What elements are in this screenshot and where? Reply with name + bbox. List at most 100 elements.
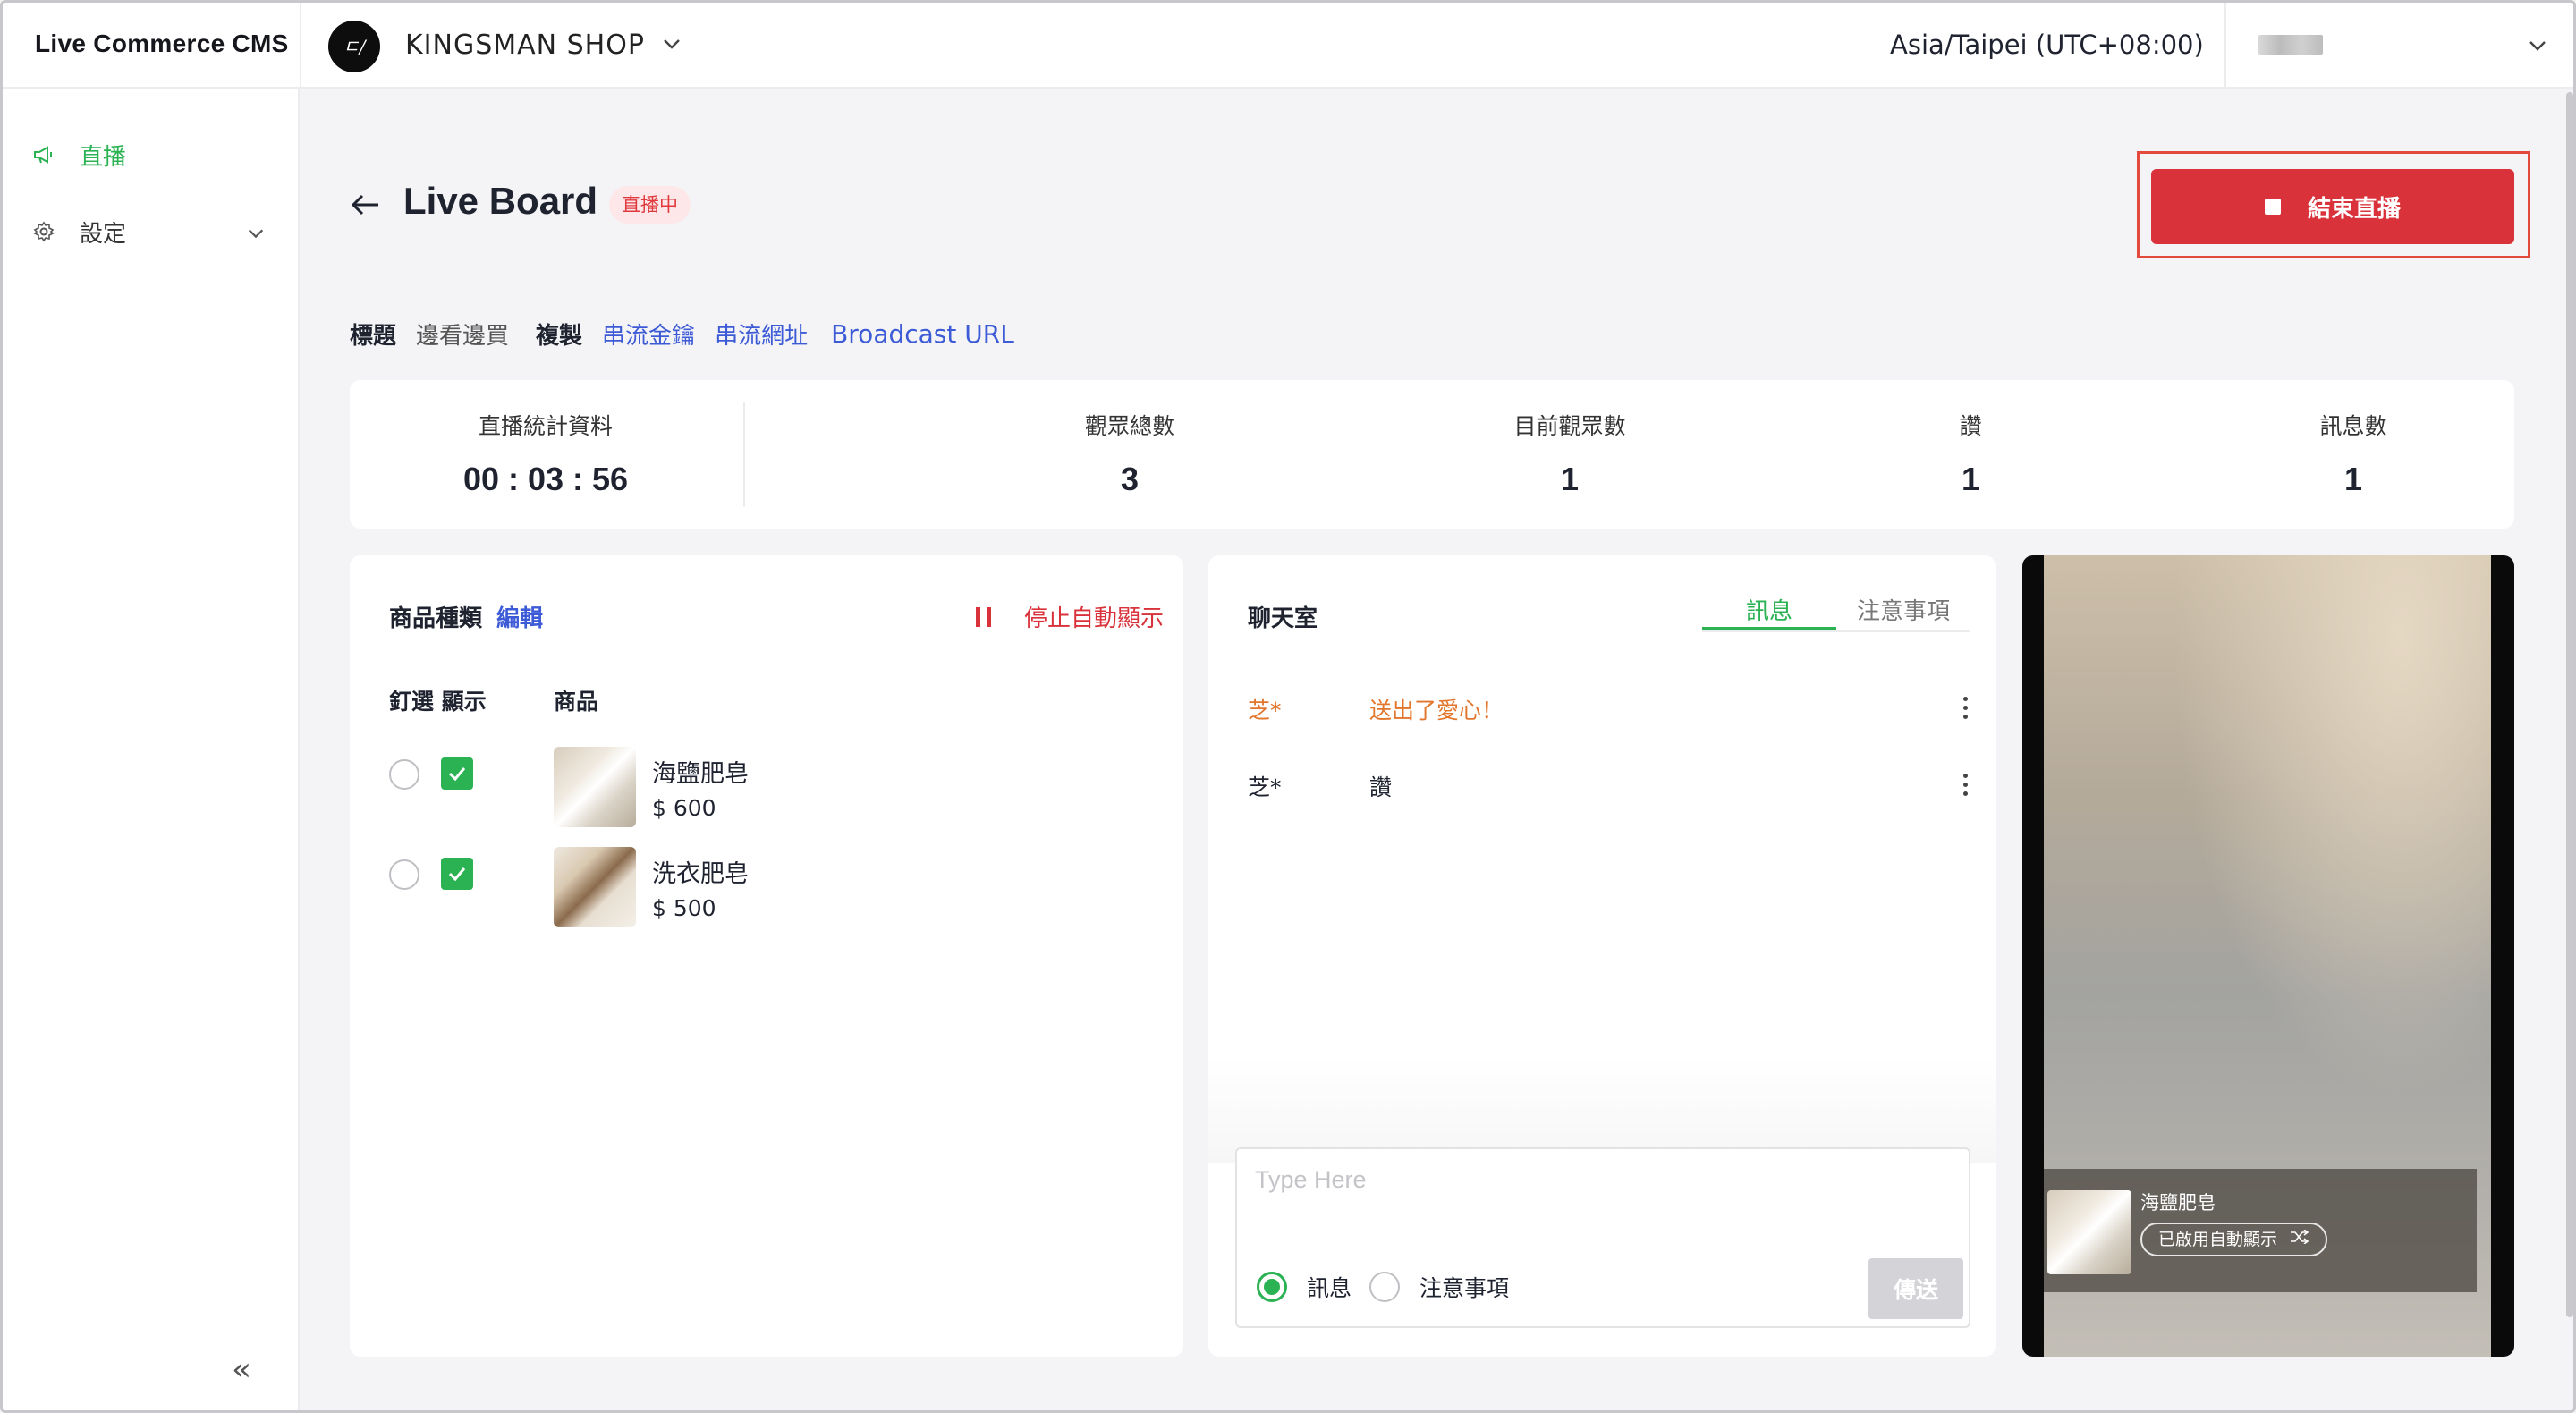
chat-message: 芝* 讚 <box>1248 770 1968 806</box>
pin-radio[interactable] <box>389 859 419 890</box>
stat-label: 訊息數 <box>2319 413 2387 439</box>
user-menu-name[interactable] <box>2258 35 2323 55</box>
end-live-label: 結束直播 <box>2307 195 2401 223</box>
chat-message: 芝* 送出了愛心！ <box>1248 693 1968 729</box>
column-header-pin-show: 釘選 顯示 <box>389 689 487 715</box>
divider <box>743 402 745 507</box>
stat-label: 觀眾總數 <box>1084 413 1174 439</box>
message-type-options: 訊息 注意事項 <box>1257 1271 1509 1303</box>
chevron-down-icon <box>246 223 266 250</box>
sidebar-item-label: 設定 <box>80 220 127 248</box>
stat-value: 1 <box>1560 461 1580 497</box>
product-overlay: 海鹽肥皂 已啟用自動顯示 <box>2044 1169 2477 1292</box>
tab-messages[interactable]: 訊息 <box>1702 582 1836 630</box>
chat-card: 聊天室 訊息 注意事項 芝* 送出了愛心！ 芝* 讚 訊息 注意事項 傳送 <box>1208 555 1996 1357</box>
shop-name[interactable]: KINGSMAN SHOP <box>405 30 645 61</box>
send-button[interactable]: 傳送 <box>1868 1258 1963 1319</box>
product-name: 洗衣肥皂 <box>652 860 749 888</box>
back-arrow-icon[interactable] <box>350 190 382 223</box>
type-label-message: 訊息 <box>1307 1275 1352 1301</box>
stats-panel: 直播統計資料 00 : 03 : 56 觀眾總數 3 目前觀眾數 1 讚 1 訊… <box>350 380 2514 529</box>
status-badge: 直播中 <box>609 186 691 224</box>
type-radio-message[interactable] <box>1257 1272 1287 1302</box>
megaphone-icon <box>33 145 56 165</box>
auto-display-label: 已啟用自動顯示 <box>2158 1230 2278 1249</box>
stat-label: 直播統計資料 <box>478 413 613 439</box>
title-label: 標題 <box>350 323 397 350</box>
brand-logo[interactable]: Live Commerce CMS <box>35 30 289 58</box>
product-price: $ 500 <box>652 895 716 921</box>
message-composer: 訊息 注意事項 傳送 <box>1235 1147 1970 1328</box>
message-input[interactable] <box>1255 1162 1953 1197</box>
edit-products-link[interactable]: 編輯 <box>496 600 543 633</box>
gear-icon <box>33 221 56 242</box>
checkmark-icon <box>448 867 466 882</box>
message-user: 芝* <box>1248 698 1282 723</box>
copy-broadcast-url-link[interactable]: Broadcast URL <box>831 319 1014 349</box>
message-text: 讚 <box>1369 774 1393 800</box>
overlay-product-name: 海鹽肥皂 <box>2140 1192 2216 1214</box>
show-checkbox[interactable] <box>441 757 473 790</box>
divider <box>300 3 301 89</box>
type-radio-notice[interactable] <box>1369 1272 1401 1302</box>
message-user: 芝* <box>1248 774 1282 800</box>
chat-heading: 聊天室 <box>1248 605 1318 632</box>
stat-label: 讚 <box>1959 413 1982 439</box>
page-scrollbar[interactable] <box>2566 92 2573 1317</box>
broadcast-meta: 標題 邊看邊買 複製 串流金鑰 串流網址 Broadcast URL <box>350 317 1014 351</box>
sidebar-item-live[interactable]: 直播 <box>33 137 126 173</box>
stat-value: 3 <box>1120 461 1140 497</box>
product-price: $ 600 <box>652 795 716 821</box>
divider <box>2224 3 2226 89</box>
product-thumbnail <box>554 747 636 827</box>
auto-display-pill: 已啟用自動顯示 <box>2140 1223 2328 1256</box>
column-header-product: 商品 <box>554 689 599 715</box>
pause-icon <box>976 606 997 627</box>
message-text: 送出了愛心！ <box>1369 698 1504 723</box>
type-label-notice: 注意事項 <box>1419 1275 1510 1301</box>
stat-label: 目前觀眾數 <box>1513 413 1626 439</box>
chevron-down-icon[interactable] <box>2527 35 2548 60</box>
stat-messages: 訊息數 1 <box>2309 409 2398 498</box>
collapse-sidebar-icon[interactable]: « <box>232 1351 251 1388</box>
sidebar-item-settings[interactable]: 設定 <box>33 214 266 250</box>
stop-icon <box>2264 199 2281 215</box>
page-title: Live Board <box>403 180 598 222</box>
timezone-label: Asia/Taipei (UTC+08:00) <box>1890 30 2204 60</box>
checkmark-icon <box>448 767 466 782</box>
shop-avatar[interactable]: ㄷ/ <box>328 21 380 72</box>
top-bar: Live Commerce CMS ㄷ/ KINGSMAN SHOP Asia/… <box>3 3 2573 89</box>
sidebar-item-label: 直播 <box>80 143 127 171</box>
chat-tabs: 訊息 注意事項 <box>1702 582 1970 632</box>
title-value: 邊看邊買 <box>416 323 510 350</box>
product-row: 海鹽肥皂 $ 600 <box>350 738 1183 827</box>
products-card: 商品種類 編輯 停止自動顯示 釘選 顯示 商品 海鹽肥皂 $ 600 洗衣肥皂 … <box>350 555 1183 1357</box>
sidebar: 直播 設定 « <box>3 89 300 1410</box>
stop-auto-display-button[interactable]: 停止自動顯示 <box>976 600 1164 633</box>
more-options-icon[interactable] <box>1963 774 1969 800</box>
copy-label: 複製 <box>536 323 583 350</box>
stat-value: 00 : 03 : 56 <box>462 461 629 497</box>
tab-notices[interactable]: 注意事項 <box>1836 582 1970 630</box>
app-window: Live Commerce CMS ㄷ/ KINGSMAN SHOP Asia/… <box>0 0 2576 1413</box>
pin-radio[interactable] <box>389 759 419 790</box>
stop-auto-display-label: 停止自動顯示 <box>1024 605 1165 632</box>
more-options-icon[interactable] <box>1963 697 1969 723</box>
shuffle-icon <box>2290 1224 2309 1255</box>
chevron-down-icon[interactable] <box>661 33 682 58</box>
copy-stream-url-link[interactable]: 串流網址 <box>715 317 808 351</box>
show-checkbox[interactable] <box>441 858 473 890</box>
live-preview: 海鹽肥皂 已啟用自動顯示 <box>2022 555 2514 1357</box>
stat-likes: 讚 1 <box>1935 409 2006 498</box>
stat-duration: 直播統計資料 00 : 03 : 56 <box>427 409 665 498</box>
product-name: 海鹽肥皂 <box>652 760 749 788</box>
end-live-button[interactable]: 結束直播 <box>2151 169 2514 244</box>
stat-value: 1 <box>1961 461 1980 497</box>
products-heading: 商品種類 <box>389 605 483 632</box>
product-row: 洗衣肥皂 $ 500 <box>350 838 1183 927</box>
stat-total-viewers: 觀眾總數 3 <box>1058 409 1201 498</box>
copy-stream-key-link[interactable]: 串流金鑰 <box>602 317 695 351</box>
product-thumbnail <box>554 847 636 927</box>
product-thumbnail <box>2047 1190 2131 1274</box>
stat-value: 1 <box>2343 461 2363 497</box>
